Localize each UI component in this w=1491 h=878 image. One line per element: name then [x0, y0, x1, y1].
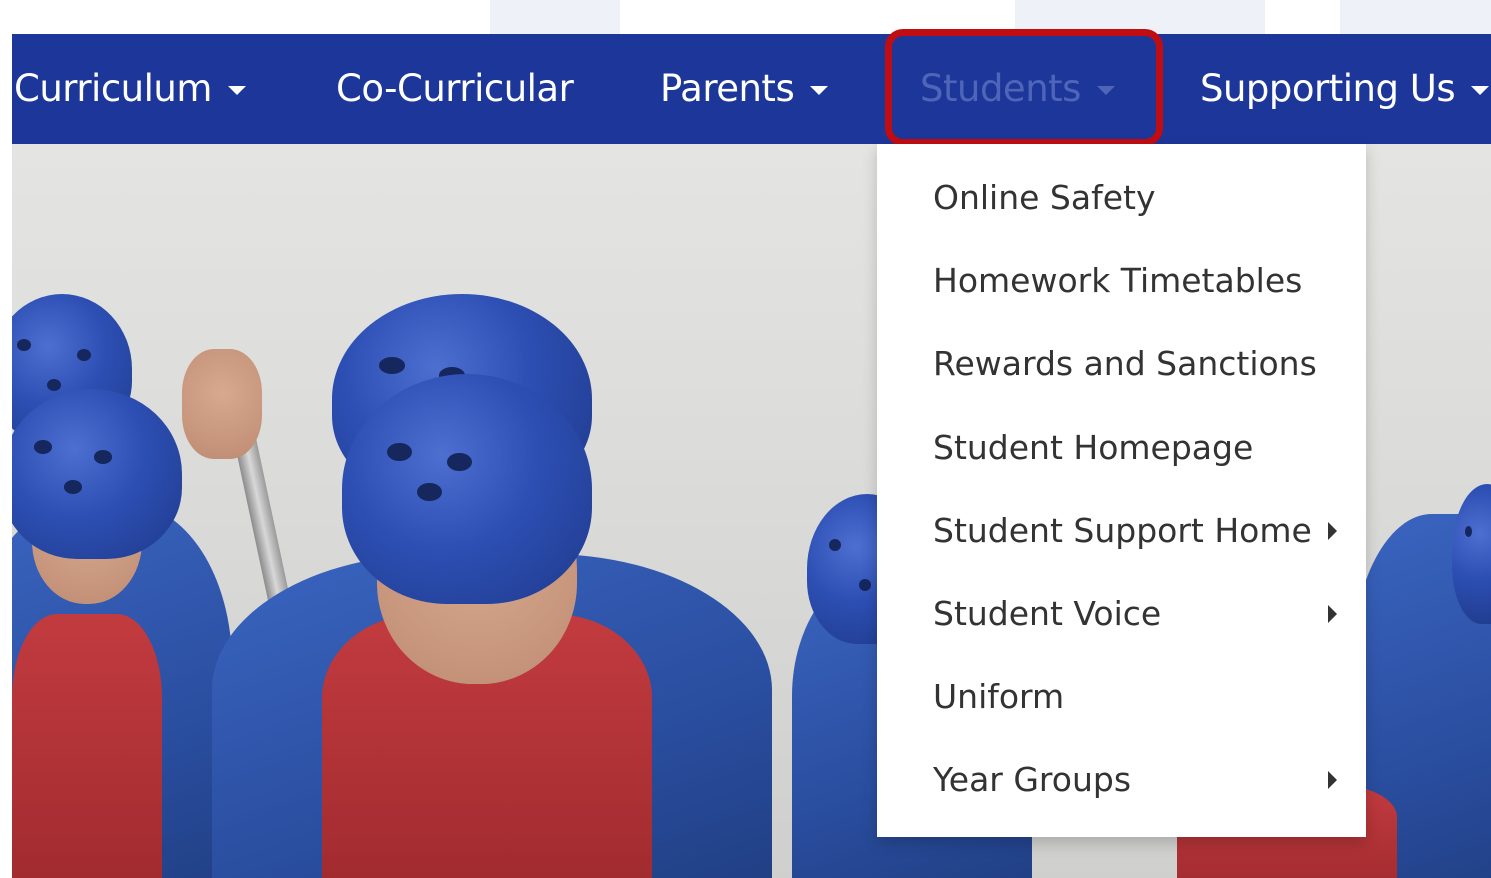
- menu-item-year-groups[interactable]: Year Groups: [933, 750, 1343, 810]
- menu-item-label: Uniform: [933, 677, 1065, 716]
- caret-right-icon: [1328, 522, 1337, 540]
- nav-item-parents[interactable]: Parents: [660, 34, 829, 144]
- hero-figure: [182, 349, 262, 459]
- nav-item-supporting-us[interactable]: Supporting Us: [1200, 34, 1490, 144]
- caret-down-icon: [1096, 86, 1115, 95]
- menu-item-label: Student Homepage: [933, 428, 1254, 467]
- menu-item-uniform[interactable]: Uniform: [933, 667, 1343, 727]
- caret-down-icon: [227, 86, 246, 95]
- hero-figure: [342, 374, 592, 604]
- hero-figure: [12, 389, 182, 559]
- caret-right-icon: [1328, 605, 1337, 623]
- caret-down-icon: [1471, 86, 1490, 95]
- hero-figure: [12, 614, 162, 878]
- menu-item-label: Rewards and Sanctions: [933, 344, 1317, 383]
- menu-item-online-safety[interactable]: Online Safety: [933, 168, 1343, 228]
- caret-down-icon: [810, 86, 829, 95]
- background-shape: [1015, 0, 1265, 34]
- top-strip: [0, 0, 1491, 34]
- nav-item-students[interactable]: Students: [920, 34, 1115, 144]
- main-navbar: Curriculum Co-Curricular Parents Student…: [12, 34, 1491, 144]
- menu-item-label: Online Safety: [933, 178, 1156, 217]
- nav-item-label: Students: [920, 67, 1081, 110]
- nav-item-co-curricular[interactable]: Co-Curricular: [336, 34, 574, 144]
- menu-item-label: Homework Timetables: [933, 261, 1303, 300]
- students-dropdown-menu: Online Safety Homework Timetables Reward…: [877, 144, 1366, 837]
- menu-item-label: Student Voice: [933, 594, 1162, 633]
- menu-item-student-voice[interactable]: Student Voice: [933, 584, 1343, 644]
- nav-item-label: Supporting Us: [1200, 67, 1456, 110]
- menu-item-homework-timetables[interactable]: Homework Timetables: [933, 251, 1343, 311]
- background-shape: [490, 0, 620, 34]
- menu-item-label: Year Groups: [933, 760, 1132, 799]
- menu-item-label: Student Support Home: [933, 511, 1312, 550]
- menu-item-student-homepage[interactable]: Student Homepage: [933, 418, 1343, 478]
- menu-item-rewards-and-sanctions[interactable]: Rewards and Sanctions: [933, 334, 1343, 394]
- menu-item-student-support-home[interactable]: Student Support Home: [933, 501, 1343, 561]
- nav-item-label: Parents: [660, 67, 795, 110]
- nav-item-label: Curriculum: [14, 67, 212, 110]
- nav-item-label: Co-Curricular: [336, 67, 574, 110]
- background-shape: [1340, 0, 1491, 34]
- caret-right-icon: [1328, 771, 1337, 789]
- nav-item-curriculum[interactable]: Curriculum: [14, 34, 246, 144]
